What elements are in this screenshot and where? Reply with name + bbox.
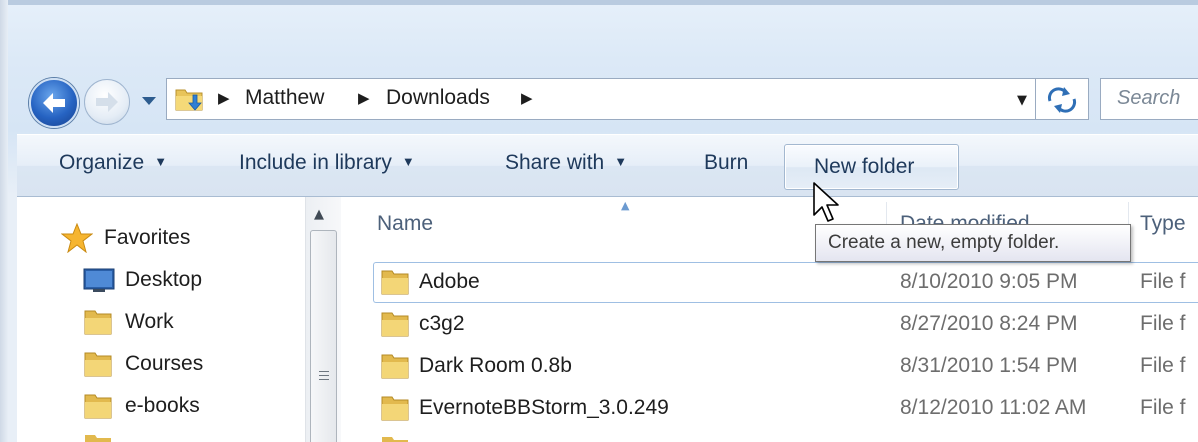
forward-button[interactable] <box>84 79 130 125</box>
breadcrumb-matthew[interactable]: Matthew <box>245 86 324 110</box>
navigation-pane-scrollbar[interactable]: ▲ <box>305 197 341 442</box>
address-bar[interactable]: ▶ Matthew ▶ Downloads ▶ ▼ <box>166 78 1035 120</box>
folder-icon <box>382 437 408 442</box>
chevron-down-icon: ▼ <box>154 154 168 169</box>
file-date: 8/12/2010 11:02 AM <box>900 396 1087 419</box>
chevron-down-icon: ▼ <box>614 154 628 169</box>
explorer-window: ▶ Matthew ▶ Downloads ▶ ▼ Search Organiz… <box>0 0 1198 442</box>
back-arrow-icon <box>43 93 65 113</box>
column-header-type[interactable]: Type <box>1140 212 1186 236</box>
folder-icon <box>381 396 409 421</box>
nav-item-courses[interactable]: Courses <box>125 352 203 376</box>
scroll-thumb[interactable] <box>310 230 337 442</box>
star-icon <box>61 223 93 253</box>
organize-label: Organize <box>59 151 145 174</box>
file-type: File f <box>1140 270 1186 293</box>
tooltip-text: Create a new, empty folder. <box>828 232 1060 253</box>
scroll-up-arrow-icon[interactable]: ▲ <box>314 207 324 222</box>
file-date: 8/27/2010 8:24 PM <box>900 312 1078 335</box>
refresh-button[interactable] <box>1035 78 1089 120</box>
recent-pages-chevron-down-icon[interactable] <box>140 93 158 107</box>
search-placeholder: Search <box>1117 87 1181 109</box>
desktop-icon <box>83 268 115 292</box>
file-date: 8/10/2010 9:05 PM <box>900 270 1078 293</box>
file-type: File f <box>1140 396 1186 419</box>
refresh-icon <box>1047 87 1077 113</box>
nav-item-e-books[interactable]: e-books <box>125 394 200 418</box>
folder-icon <box>85 435 111 442</box>
folder-icon <box>381 270 409 295</box>
mouse-cursor-icon <box>813 182 839 222</box>
nav-item-desktop[interactable]: Desktop <box>125 268 202 292</box>
folder-icon <box>84 394 112 419</box>
forward-arrow-icon <box>96 92 118 112</box>
tooltip: Create a new, empty folder. <box>815 224 1131 262</box>
file-name[interactable]: EvernoteBBStorm_3.0.249 <box>419 396 669 420</box>
burn-label: Burn <box>704 151 749 174</box>
back-button[interactable] <box>29 78 79 128</box>
search-box[interactable]: Search <box>1100 78 1198 120</box>
file-type: File f <box>1140 312 1186 335</box>
folder-icon <box>381 354 409 379</box>
address-history-chevron-down-icon[interactable]: ▼ <box>1017 93 1027 108</box>
burn-button[interactable]: Burn <box>704 151 748 175</box>
breadcrumb-separator-icon[interactable]: ▶ <box>218 89 230 107</box>
breadcrumb-separator-icon[interactable]: ▶ <box>358 89 370 107</box>
share-with-menu[interactable]: Share with ▼ <box>505 151 627 175</box>
folder-icon <box>84 352 112 377</box>
breadcrumb-downloads[interactable]: Downloads <box>386 86 490 110</box>
chevron-down-icon: ▼ <box>401 154 415 169</box>
file-name[interactable]: Dark Room 0.8b <box>419 354 572 378</box>
include-in-library-label: Include in library <box>239 151 392 174</box>
nav-item-work[interactable]: Work <box>125 310 174 334</box>
downloads-folder-icon <box>175 89 203 111</box>
column-header-name[interactable]: Name <box>377 212 433 236</box>
file-name[interactable]: Adobe <box>419 270 480 294</box>
file-type: File f <box>1140 354 1186 377</box>
new-folder-label: New folder <box>814 155 915 178</box>
file-date: 8/31/2010 1:54 PM <box>900 354 1078 377</box>
sort-ascending-icon: ▲ <box>621 199 630 212</box>
favorites-header[interactable]: Favorites <box>104 226 190 250</box>
organize-menu[interactable]: Organize ▼ <box>59 151 167 175</box>
include-in-library-menu[interactable]: Include in library ▼ <box>239 151 415 175</box>
folder-icon <box>84 310 112 335</box>
new-folder-button[interactable]: New folder <box>784 144 959 190</box>
file-name[interactable]: c3g2 <box>419 312 465 336</box>
folder-icon <box>381 312 409 337</box>
share-with-label: Share with <box>505 151 605 174</box>
breadcrumb-separator-icon[interactable]: ▶ <box>521 89 533 107</box>
